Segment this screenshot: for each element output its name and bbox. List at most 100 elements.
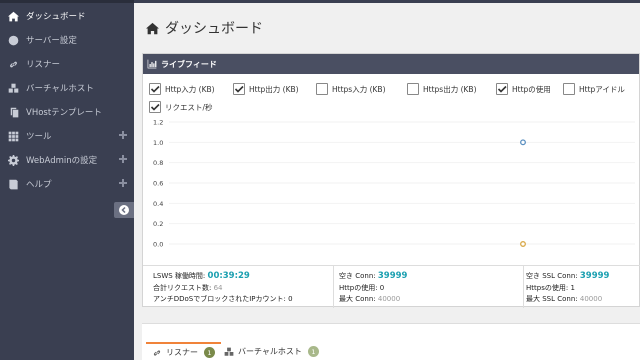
top-strip — [134, 0, 640, 3]
expand-icon — [119, 179, 127, 187]
y-tick-label: 0.2 — [153, 220, 163, 228]
checkbox-box[interactable] — [496, 83, 508, 95]
free-ssl-value: 39999 — [579, 271, 610, 281]
checkbox-http-out[interactable]: Http出力 (KB) — [233, 82, 299, 96]
checkbox-http-idle[interactable]: Httpアイドル — [563, 82, 625, 96]
antiddos-row: アンチDDoSでブロックされたIPカウント: 0 — [153, 295, 293, 303]
checkbox-label: Https出力 (KB) — [423, 84, 477, 94]
y-tick-label: 1.0 — [153, 139, 163, 147]
sidebar-item-dashboard[interactable]: ダッシュボード — [0, 5, 134, 27]
max-ssl-row: 最大 SSL Conn: 40000 — [526, 295, 603, 303]
stats-col-server: LSWS 稼働時間: 00:39:29 合計リクエスト数: 64 アンチDDoS… — [153, 266, 333, 308]
checkbox-label: リクエスト/秒 — [165, 102, 213, 112]
tab-virtual-hosts[interactable]: バーチャルホスト 1 — [224, 342, 319, 360]
sidebar-item-label: VHostテンプレート — [26, 108, 102, 118]
cubes-icon — [224, 347, 234, 356]
check-icon — [497, 85, 507, 93]
checkbox-label: Https入力 (KB) — [332, 84, 386, 94]
link-icon — [153, 349, 161, 356]
http-used-row: Httpの使用: 0 — [339, 283, 385, 292]
data-point — [520, 139, 526, 146]
bottom-tabs: リスナー 1 バーチャルホスト 1 — [142, 323, 640, 360]
y-tick-label: 0.6 — [153, 180, 163, 188]
main-content: ダッシュボード ライブフィード Http入力 (KB) Http出力 (KB) … — [134, 0, 640, 360]
total-requests-row: 合計リクエスト数: 64 — [153, 283, 223, 292]
y-tick-label: 0.4 — [153, 200, 163, 208]
sidebar-collapse-button[interactable] — [114, 202, 134, 218]
checkbox-box[interactable] — [233, 83, 245, 95]
livefeed-header: ライブフィード — [143, 54, 639, 74]
sidebar-item-virtual-hosts[interactable]: バーチャルホスト — [0, 77, 134, 99]
livefeed-chart: 1.2 1.0 0.8 0.6 0.4 0.2 0.0 — [153, 119, 635, 249]
free-conn-value: 39999 — [377, 271, 408, 281]
globe-icon — [7, 34, 19, 46]
check-icon — [150, 85, 160, 93]
free-conn-row: 空き Conn: 39999 — [339, 271, 408, 281]
checkbox-label: Httpアイドル — [579, 84, 625, 94]
sidebar-item-label: ツール — [26, 132, 52, 142]
stats-col-ssl: 空き SSL Conn: 39999 Httpsの使用: 1 最大 SSL Co… — [526, 266, 640, 308]
stats-divider — [523, 266, 524, 308]
max-conn-value: 40000 — [377, 295, 401, 303]
link-icon — [7, 58, 19, 70]
home-icon — [146, 22, 159, 34]
check-icon — [234, 85, 244, 93]
sidebar-topbar — [0, 0, 134, 3]
copy-icon — [7, 106, 19, 118]
count-badge: 1 — [204, 347, 215, 358]
sidebar-item-vhost-templates[interactable]: VHostテンプレート — [0, 101, 134, 123]
checkbox-label: Http出力 (KB) — [249, 84, 299, 94]
antiddos-value: 0 — [288, 295, 293, 303]
sidebar-item-listeners[interactable]: リスナー — [0, 53, 134, 75]
sidebar-item-tools[interactable]: ツール — [0, 125, 134, 147]
y-tick-label: 0.8 — [153, 159, 163, 167]
sidebar-item-label: ダッシュボード — [26, 12, 86, 22]
checkbox-https-out[interactable]: Https出力 (KB) — [407, 82, 477, 96]
max-ssl-value: 40000 — [579, 295, 603, 303]
checkbox-http-used[interactable]: Httpの使用 — [496, 82, 551, 96]
total-requests-value: 64 — [213, 283, 223, 292]
book-icon — [7, 178, 19, 190]
checkbox-http-in[interactable]: Http入力 (KB) — [149, 82, 215, 96]
sidebar: ダッシュボード サーバー設定 リスナー バーチャルホスト VHostテンプレート… — [0, 0, 134, 360]
sidebar-item-help[interactable]: ヘルプ — [0, 173, 134, 195]
y-tick-label: 0.0 — [153, 241, 163, 249]
sidebar-item-label: リスナー — [26, 60, 61, 70]
checkbox-requests-per-sec[interactable]: リクエスト/秒 — [149, 100, 213, 114]
chevron-left-circle-icon — [119, 205, 129, 215]
uptime-row: LSWS 稼働時間: 00:39:29 — [153, 271, 250, 281]
checkbox-label: Httpの使用 — [512, 84, 551, 94]
sidebar-item-label: ヘルプ — [26, 180, 52, 190]
tab-label: リスナー — [166, 348, 198, 357]
home-icon — [7, 10, 19, 22]
https-used-row: Httpsの使用: 1 — [526, 283, 575, 292]
sidebar-item-label: WebAdminの設定 — [26, 156, 98, 166]
livefeed-panel: ライブフィード Http入力 (KB) Http出力 (KB) Https入力 … — [142, 53, 640, 308]
checkbox-https-in[interactable]: Https入力 (KB) — [316, 82, 386, 96]
sidebar-item-webadmin-settings[interactable]: WebAdminの設定 — [0, 149, 134, 171]
checkbox-box[interactable] — [316, 83, 328, 95]
checkbox-box[interactable] — [407, 83, 419, 95]
expand-icon — [119, 155, 127, 163]
cubes-icon — [7, 82, 19, 94]
checkbox-box[interactable] — [149, 83, 161, 95]
uptime-value: 00:39:29 — [207, 271, 250, 281]
expand-icon — [119, 131, 127, 139]
page-title: ダッシュボード — [146, 18, 263, 38]
checkbox-box[interactable] — [563, 83, 575, 95]
tab-listeners[interactable]: リスナー 1 — [146, 342, 221, 360]
y-tick-label: 1.2 — [153, 119, 163, 127]
grid-icon — [7, 130, 19, 142]
sidebar-item-label: サーバー設定 — [26, 36, 77, 46]
bar-chart-icon — [147, 59, 157, 69]
page-title-text: ダッシュボード — [165, 21, 263, 37]
checkbox-label: Http入力 (KB) — [165, 84, 215, 94]
check-icon — [150, 103, 160, 111]
stats-divider — [333, 266, 334, 308]
checkbox-box[interactable] — [149, 101, 161, 113]
sidebar-item-server-config[interactable]: サーバー設定 — [0, 29, 134, 51]
count-badge: 1 — [307, 346, 319, 357]
sidebar-item-label: バーチャルホスト — [26, 84, 94, 94]
stats-area: LSWS 稼働時間: 00:39:29 合計リクエスト数: 64 アンチDDoS… — [143, 265, 640, 308]
https-used-value: 1 — [570, 283, 575, 292]
